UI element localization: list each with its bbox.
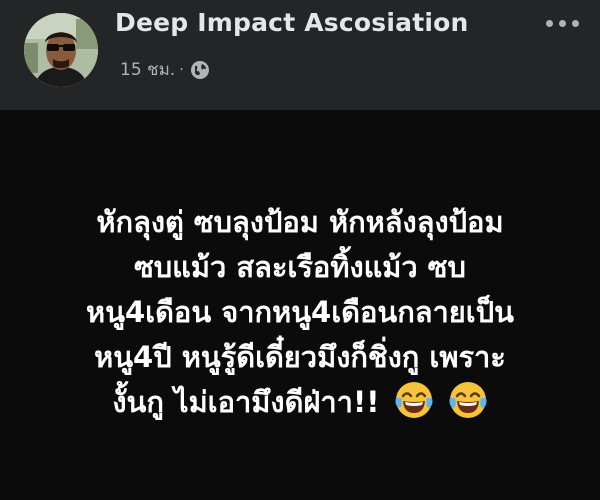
avatar[interactable] — [24, 13, 98, 87]
globe-icon[interactable] — [190, 60, 210, 80]
tears-of-joy-emoji-icon — [448, 380, 488, 420]
post-text-last-line: งั้นกู ไม่เอามึงดีฝ่าา!! — [0, 380, 600, 425]
post-text-line: งั้นกู ไม่เอามึงดีฝ่าา!! — [112, 385, 380, 419]
meta-separator: · — [179, 61, 184, 78]
post-meta: 15 ชม. · — [120, 56, 210, 83]
post-text-line: หนู4ปี หนูรู้ดีเดี๋ยวมึงก็ชิ่งกู เพราะ — [94, 340, 506, 374]
more-options-icon[interactable] — [544, 14, 580, 34]
post-text-line: หักลุงตู่ ซบลุงป้อม หักหลังลุงป้อม — [96, 205, 504, 239]
author-name[interactable]: Deep Impact Ascosiation — [115, 8, 469, 37]
post-card: Deep Impact Ascosiation 15 ชม. · หักลุงต… — [0, 0, 600, 500]
post-text-line: หนู4เดือน จากหนู4เดือนกลายเป็น — [86, 295, 514, 329]
tears-of-joy-emoji-icon — [394, 380, 434, 420]
post-header: Deep Impact Ascosiation 15 ชม. · — [0, 0, 600, 110]
post-text: หักลุงตู่ ซบลุงป้อม หักหลังลุงป้อม ซบแม้… — [0, 200, 600, 425]
post-text-line: ซบแม้ว สละเรือทิ้งแม้ว ซบ — [134, 250, 466, 284]
post-timestamp[interactable]: 15 ชม. — [120, 56, 175, 83]
avatar-image — [24, 13, 98, 87]
